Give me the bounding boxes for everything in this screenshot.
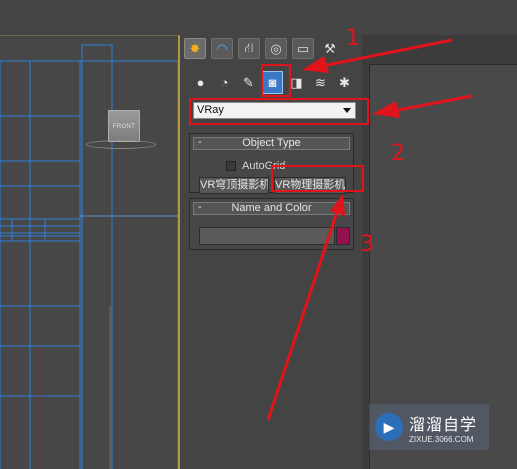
viewport-front[interactable]: FRONT [0,35,180,469]
subtab-systems[interactable]: ✱ [334,71,355,94]
motion-tab[interactable]: ◎ [265,38,287,59]
highlight-physical-camera-button [271,165,364,192]
autogrid-checkbox[interactable] [226,161,236,171]
subtab-space-warps[interactable]: ≋ [310,71,331,94]
object-type-title: Object Type [242,137,301,149]
watermark-brand: 溜溜自学 [409,414,478,434]
step-number-2: 2 [391,141,405,166]
name-and-color-title: Name and Color [231,202,312,214]
highlight-cameras-tab [261,64,291,97]
object-color-swatch[interactable] [336,227,350,245]
modify-tab[interactable]: ◠ [211,38,233,59]
display-tab[interactable]: ▭ [292,38,314,59]
space-warp-icon: ≋ [315,74,326,90]
utilities-tab[interactable]: ⚒ [319,38,341,59]
hammer-icon: ⚒ [324,40,336,56]
light-icon: ✎ [243,74,254,90]
sphere-icon: ● [196,75,205,90]
hierarchy-tab[interactable]: ⛙ [238,38,260,59]
object-type-rollout-header[interactable]: - Object Type [193,137,350,150]
step-number-1: 1 [346,26,360,51]
motion-icon: ◎ [270,40,282,56]
name-and-color-rollout-header[interactable]: - Name and Color [193,202,350,215]
collapse-icon: - [198,201,202,213]
shapes-icon: ◔ [220,75,229,90]
vr-dome-camera-button[interactable]: VR穹顶摄影机 [199,177,269,194]
hierarchy-icon: ⛙ [244,39,254,55]
create-icon: ✸ [189,40,201,56]
object-name-input[interactable] [199,227,335,245]
play-logo-icon: ▶ [375,413,403,441]
step-number-3: 3 [360,232,374,257]
viewcube-compass-ring[interactable] [86,140,156,149]
highlight-category-dropdown [189,98,369,125]
name-and-color-rollout: - Name and Color [189,198,354,250]
watermark-url: ZIXUE.3066.COM [409,434,474,444]
subtab-geometry[interactable]: ● [190,71,211,94]
subtab-shapes[interactable]: ◔ [214,71,235,94]
display-icon: ▭ [296,40,310,56]
subtab-lights[interactable]: ✎ [238,71,259,94]
viewcube[interactable]: FRONT [108,110,140,142]
command-panel-tabs: ✸ ◠ ⛙ ◎ ▭ ⚒ [184,38,341,59]
create-tab[interactable]: ✸ [184,38,206,59]
systems-icon: ✱ [339,74,350,90]
watermark: ▶ 溜溜自学 ZIXUE.3066.COM [369,404,489,450]
helpers-icon: ◨ [290,74,303,90]
collapse-icon: - [198,136,202,148]
wireframe-grid [0,44,178,469]
modify-icon: ◠ [216,40,228,56]
